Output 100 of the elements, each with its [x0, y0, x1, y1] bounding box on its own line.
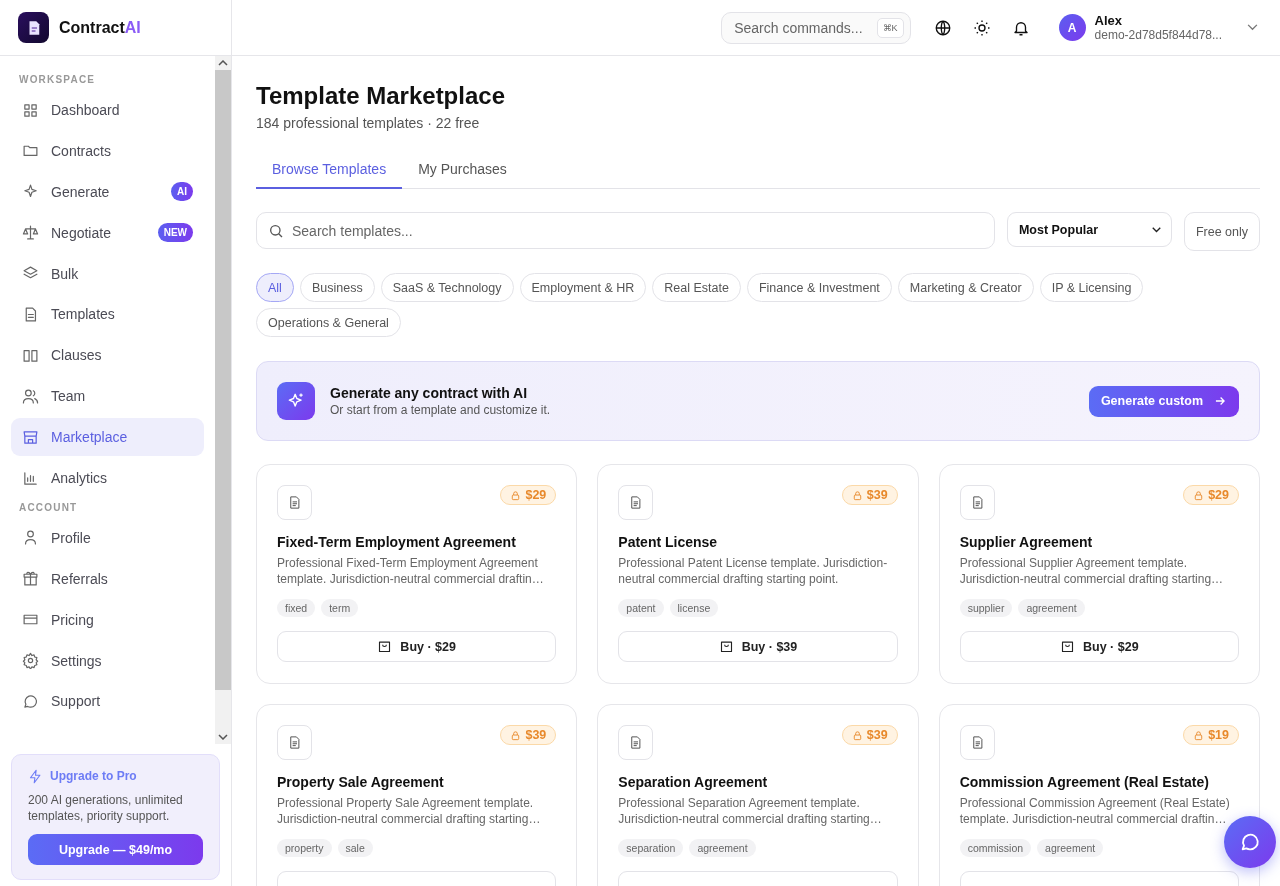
tab[interactable]: Browse Templates [256, 161, 403, 189]
document-icon [959, 725, 995, 760]
sort-dropdown[interactable]: Most Popular [1006, 212, 1172, 247]
tag: license [669, 599, 719, 617]
category-chip[interactable]: Business [299, 273, 375, 302]
section-heading: WORKSPACE [18, 73, 97, 87]
template-search-field[interactable]: Search templates... [256, 212, 995, 249]
sidebar-item[interactable]: Profile [11, 518, 204, 557]
scroll-up-icon[interactable] [218, 60, 228, 66]
category-chip[interactable]: Real Estate [652, 273, 741, 302]
banner-title: Generate any contract with AI [330, 385, 529, 401]
sidebar-item[interactable]: Clauses [11, 336, 204, 375]
nav-badge: AI [171, 182, 193, 202]
sidebar-item[interactable]: Analytics [11, 459, 204, 497]
tab[interactable]: My Purchases [402, 161, 523, 189]
tag: fixed [277, 599, 316, 617]
buy-button[interactable]: Buy · $39 [618, 631, 898, 662]
price-badge: $39 [841, 485, 898, 505]
search-icon [268, 223, 284, 239]
chat-button[interactable] [1224, 816, 1276, 868]
nav-icon [22, 692, 39, 710]
upgrade-text: 200 AI generations, unlimited templates, priority support. [28, 791, 184, 824]
category-chip[interactable]: Operations & General [256, 308, 401, 337]
sidebar-item[interactable]: Settings [11, 641, 204, 680]
upgrade-title: Upgrade to Pro [50, 769, 137, 784]
price-badge: $29 [500, 485, 557, 505]
nav-badge: NEW [157, 223, 193, 243]
price-badge: $29 [1183, 485, 1239, 505]
tag: agreement [689, 839, 756, 857]
tag: sale [337, 839, 373, 857]
nav-icon [22, 224, 39, 242]
section-heading: ACCOUNT [18, 500, 79, 515]
logo-icon [18, 12, 49, 43]
template-description: Professional Fixed-Term Employment Agreement template. Jurisdiction-neutral commercial draftin… [277, 555, 545, 587]
tag: agreement [1037, 839, 1104, 857]
scrollbar[interactable] [215, 56, 231, 744]
shortcut-key: ⌘K [876, 17, 904, 38]
sidebar-item[interactable]: Pricing [11, 600, 204, 639]
brand-name: ContractAI [59, 18, 141, 37]
sidebar-item[interactable]: Referrals [11, 559, 204, 598]
price-badge: $39 [841, 725, 898, 745]
upgrade-button[interactable]: Upgrade — $49/mo [28, 834, 203, 865]
sun-icon[interactable] [972, 18, 991, 37]
template-card[interactable]: $29 Fixed-Term Employment Agreement Professional Fixed-Term Employment Agreement template. Jurisdiction-neutral commercial draftin… fixed term Buy · $29 [256, 464, 578, 684]
nav-icon [22, 469, 39, 487]
nav-icon [22, 529, 39, 547]
category-chip[interactable]: Marketing & Creator [897, 273, 1034, 302]
category-chip[interactable]: IP & Licensing [1039, 273, 1144, 302]
category-chip[interactable]: All [256, 273, 294, 302]
price-badge: $19 [1183, 725, 1239, 745]
sidebar-item[interactable]: Templates [11, 295, 204, 334]
tag: patent [618, 599, 664, 617]
user-avatar[interactable]: A [1058, 14, 1086, 41]
sidebar-item[interactable]: Team [11, 377, 204, 416]
tag: agreement [1018, 599, 1085, 617]
chat-bubble-icon [1239, 831, 1261, 853]
tag: property [277, 839, 332, 857]
sidebar-item[interactable]: Bulk [11, 254, 204, 293]
document-icon [277, 485, 312, 520]
chevron-down-icon[interactable] [1247, 24, 1258, 31]
category-chip[interactable]: SaaS & Technology [380, 273, 514, 302]
template-card[interactable]: $29 Supplier Agreement Professional Supplier Agreement template. Jurisdiction-neutral commercial drafting starting… supplier agreement Buy · $29 [938, 464, 1260, 684]
shopping-bag-icon [718, 639, 734, 654]
sidebar-item[interactable]: Contracts [11, 131, 204, 170]
category-chip[interactable]: Employment & HR [519, 273, 647, 302]
template-title: Commission Agreement (Real Estate) [959, 774, 1210, 790]
category-chip[interactable]: Finance & Investment [746, 273, 892, 302]
generate-custom-button[interactable]: Generate custom [1088, 385, 1239, 417]
globe-icon[interactable] [933, 18, 952, 37]
tag: supplier [959, 599, 1013, 617]
template-description: Professional Property Sale Agreement template. Jurisdiction-neutral commercial drafting starting… [277, 795, 542, 827]
template-title: Supplier Agreement [959, 534, 1094, 550]
buy-button[interactable]: Buy · $29 [277, 631, 557, 662]
chevron-down-icon [1151, 226, 1161, 233]
template-title: Fixed-Term Employment Agreement [277, 534, 517, 550]
sidebar-item[interactable]: Negotiate NEW [11, 213, 204, 252]
sidebar-item[interactable]: Dashboard [11, 91, 204, 129]
user-name: Alex [1094, 13, 1124, 28]
tag: separation [618, 839, 684, 857]
sidebar-item[interactable]: Support [11, 682, 204, 721]
shopping-bag-icon [377, 639, 393, 654]
template-title: Separation Agreement [618, 774, 769, 790]
document-icon [959, 485, 995, 520]
sidebar-item[interactable]: Generate AI [11, 172, 204, 211]
template-title: Patent License [618, 534, 719, 550]
sidebar-item[interactable]: Marketplace [11, 418, 204, 457]
template-card[interactable]: $39 Patent License Professional Patent License template. Jurisdiction-neutral commercial drafting starting point. patent license Buy · $39 [597, 464, 919, 684]
document-icon [618, 725, 654, 760]
template-card[interactable]: $39 Separation Agreement Professional Separation Agreement template. Jurisdiction-neutral commercial drafting starting… separation agreement [597, 704, 919, 886]
sparkle-icon [277, 382, 315, 420]
template-title: Property Sale Agreement [277, 774, 445, 790]
buy-button[interactable]: Buy · $29 [959, 631, 1239, 662]
free-only-toggle[interactable]: Free only [1183, 212, 1260, 251]
nav-icon [22, 387, 39, 405]
tag: commission [959, 839, 1032, 857]
template-card[interactable]: $39 Property Sale Agreement Professional Property Sale Agreement template. Jurisdiction-neutral commercial drafting starting… property sale [256, 704, 578, 886]
command-search-field[interactable]: Search commands... ⌘K [721, 11, 911, 44]
nav-icon [22, 652, 39, 670]
shopping-bag-icon [1060, 639, 1076, 654]
scroll-down-icon[interactable] [218, 734, 228, 740]
